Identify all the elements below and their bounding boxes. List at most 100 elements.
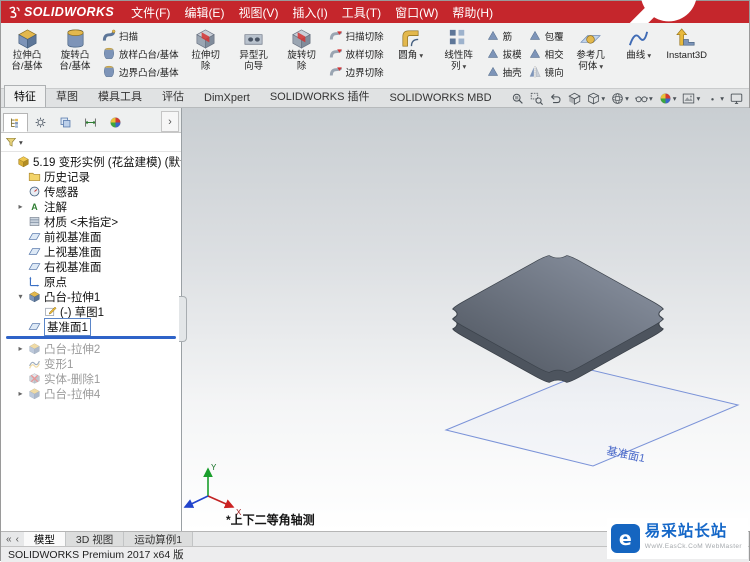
instant3d-icon [675,27,698,50]
reference-geometry-icon [579,27,602,50]
tree-item[interactable]: 历史记录 [1,169,181,184]
menu-item-5[interactable]: 窗口(W) [388,4,445,21]
tab-模具工具[interactable]: 模具工具 [88,85,152,107]
display-style-button[interactable]: ▾ [610,91,630,106]
ribbon-mirror-icon[interactable]: 镜向 [528,64,564,79]
tree-item[interactable]: (-) 草图1 [1,304,181,319]
doc-tab-3D 视图[interactable]: 3D 视图 [65,532,125,546]
displaymanager-tab[interactable] [103,113,128,132]
tree-item[interactable]: 前视基准面 [1,229,181,244]
previous-tab-icon[interactable]: ‹ [16,534,19,545]
ribbon-hole-wizard-icon[interactable]: 异型孔 向导 [230,25,278,88]
ribbon-rib-icon[interactable]: 筋 [486,28,522,43]
ribbon-intersect-icon[interactable]: 相交 [528,46,564,61]
apply-scene-button[interactable]: ▾ [681,91,701,106]
ribbon-curves-icon[interactable]: 曲线 ▾ [615,25,663,88]
view-orientation-button[interactable]: ▾ [586,91,606,106]
dimxpertmanager-tab[interactable] [78,113,103,132]
tab-评估[interactable]: 评估 [152,85,194,107]
rollback-bar[interactable] [6,336,176,339]
panel-splitter-handle[interactable] [179,296,187,342]
tree-item[interactable]: 上视基准面 [1,244,181,259]
edit-appearance-button[interactable]: ▾ [658,91,678,106]
ribbon-linear-pattern-icon[interactable]: 线性阵列 ▾ [435,25,483,88]
expand-arrow-icon[interactable]: ▸ [16,389,25,398]
menu-item-2[interactable]: 视图(V) [231,4,285,21]
tab-特征[interactable]: 特征 [4,85,46,107]
ribbon-lofted-boss-icon[interactable]: 放样凸台/基体 [102,46,179,61]
tree-item[interactable]: 原点 [1,274,181,289]
ribbon-instant3d-icon[interactable]: Instant3D [663,25,711,88]
ribbon-extruded-boss-icon[interactable]: 拉伸凸 台/基体 [3,25,51,88]
panel-expand-button[interactable]: › [161,111,179,132]
ribbon-button-label: 拉伸切除 [191,50,220,72]
menu-item-4[interactable]: 工具(T) [335,4,388,21]
lofted-cut-icon [329,47,343,61]
ribbon-extruded-cut-icon[interactable]: 拉伸切除 [182,25,230,88]
tree-item[interactable]: 材质 <未指定> [1,214,181,229]
filter-bar[interactable]: ▾ [1,133,181,152]
zoom-area-button[interactable] [529,91,544,106]
ribbon-swept-boss-icon[interactable]: 扫描 [102,28,179,43]
featuremanager-tab[interactable] [3,113,28,132]
displaymanager-tab-icon [109,116,122,129]
revolved-cut-icon [290,27,313,50]
tree-item[interactable]: 传感器 [1,184,181,199]
ribbon-draft-icon[interactable]: 拔模 [486,46,522,61]
propertymanager-tab-icon [34,116,47,129]
ribbon-button-label: 边界切除 [345,67,384,79]
dropdown-caret-icon: ▾ [648,94,653,103]
tree-item[interactable]: 实体-删除1 [1,371,181,386]
ribbon-boundary-boss-icon[interactable]: 边界凸台/基体 [102,64,179,79]
rewind-tabs-icon[interactable]: « [6,534,12,545]
tab-SOLIDWORKS 插件[interactable]: SOLIDWORKS 插件 [260,85,380,107]
configurationmanager-tab[interactable] [53,113,78,132]
reference-plane[interactable] [444,369,740,467]
zoom-fit-button[interactable] [510,91,525,106]
tree-item[interactable]: 5.19 变形实例 (花盆建模) (默认<<默认 [1,154,181,169]
tree-item-label: 材质 <未指定> [44,216,119,229]
expand-arrow-icon[interactable]: ▸ [16,202,25,211]
hide-show-items-button[interactable]: ▾ [634,91,654,106]
ribbon-reference-geometry-icon[interactable]: 参考几 何体 ▾ [567,25,615,88]
tree-item[interactable]: ▸ 注解 [1,199,181,214]
menu-item-3[interactable]: 插入(I) [285,4,334,21]
ribbon-button-label: 圆角 ▾ [398,50,424,61]
doc-tab-模型[interactable]: 模型 [23,532,66,546]
tree-item[interactable]: ▸ 凸台-拉伸4 [1,386,181,401]
tree-item-label: 上视基准面 [44,246,102,259]
ribbon-fillet-icon[interactable]: 圆角 ▾ [387,25,435,88]
tree-item[interactable]: 变形1 [1,356,181,371]
view-settings-button[interactable]: ▾ [705,91,725,106]
tree-item[interactable]: 基准面1 [1,317,181,336]
model-body[interactable] [441,249,675,389]
ribbon-wrap-icon[interactable]: 包覆 [528,28,564,43]
ribbon-button-label: 异型孔 向导 [239,50,268,72]
tree-item[interactable]: 右视基准面 [1,259,181,274]
tab-草图[interactable]: 草图 [46,85,88,107]
shell-icon [486,65,500,79]
monitor-button[interactable] [729,91,744,106]
propertymanager-tab[interactable] [28,113,53,132]
plane-icon [28,245,41,258]
ribbon-boundary-cut-icon[interactable]: 边界切除 [329,64,384,79]
menu-item-1[interactable]: 编辑(E) [177,4,231,21]
ribbon-revolved-boss-icon[interactable]: 旋转凸 台/基体 [51,25,99,88]
previous-view-button[interactable] [548,91,563,106]
ribbon-lofted-cut-icon[interactable]: 放样切除 [329,46,384,61]
tab-DimXpert[interactable]: DimXpert [194,89,260,107]
menu-item-6[interactable]: 帮助(H) [445,4,500,21]
tree-item[interactable]: ▾ 凸台-拉伸1 [1,289,181,304]
tree-item[interactable]: ▸ 凸台-拉伸2 [1,341,181,356]
section-view-button[interactable] [567,91,582,106]
graphics-area[interactable]: 基准面1 Y X Z *上下二等角轴测 [182,108,750,531]
ribbon-button-label: 参考几 何体 ▾ [576,50,605,72]
expand-arrow-icon[interactable]: ▸ [16,344,25,353]
ribbon-revolved-cut-icon[interactable]: 旋转切除 [278,25,326,88]
tab-SOLIDWORKS MBD[interactable]: SOLIDWORKS MBD [379,89,501,107]
collapse-arrow-icon[interactable]: ▾ [16,292,25,301]
doc-tab-运动算例1[interactable]: 运动算例1 [124,532,194,546]
menu-item-0[interactable]: 文件(F) [124,4,177,21]
ribbon-shell-icon[interactable]: 抽壳 [486,64,522,79]
ribbon-swept-cut-icon[interactable]: 扫描切除 [329,28,384,43]
